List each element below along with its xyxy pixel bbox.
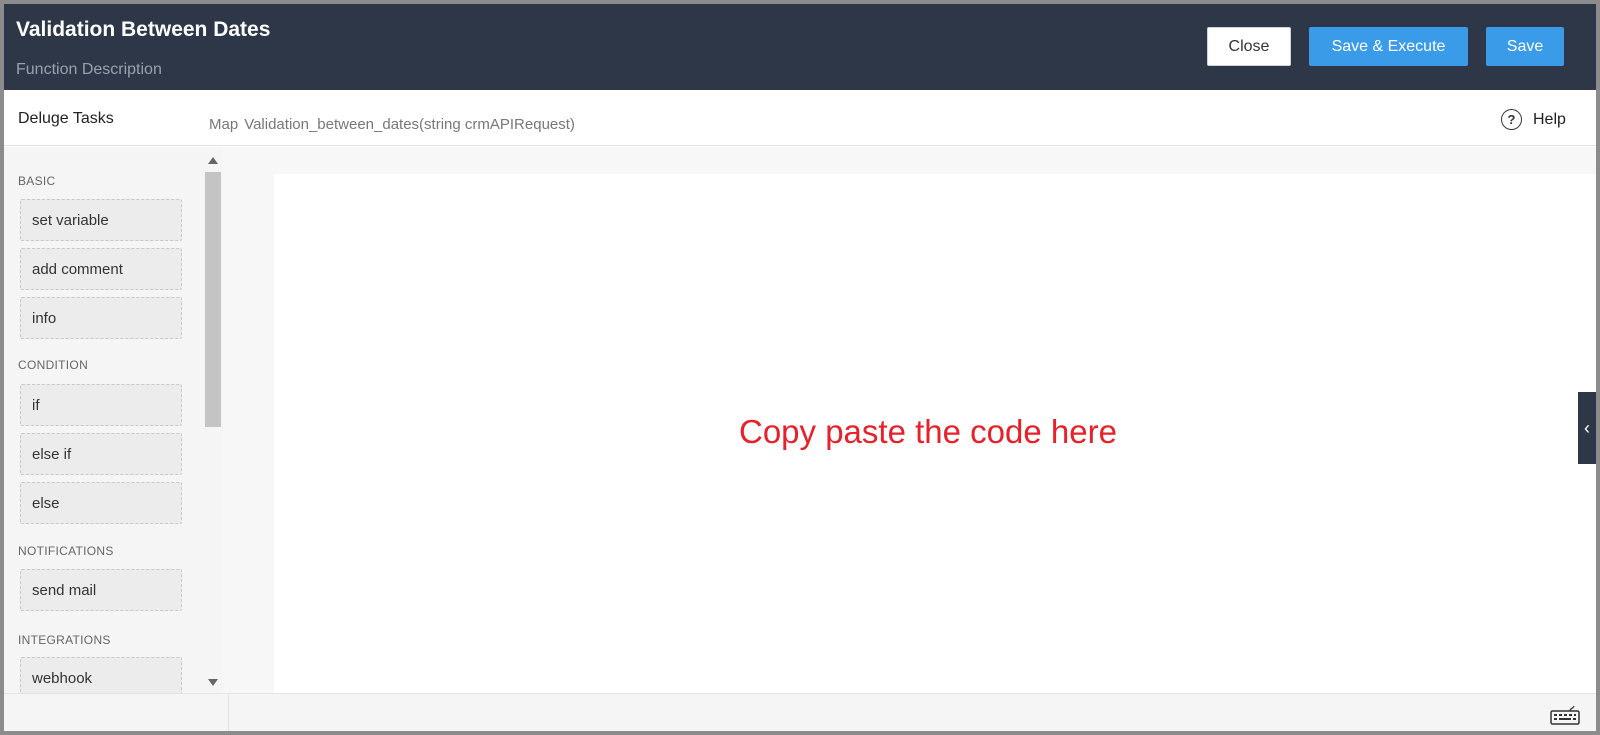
task-else[interactable]: else [20,482,182,524]
chevron-left-icon[interactable]: ‹ [1578,392,1596,464]
save-and-execute-button[interactable]: Save & Execute [1309,27,1468,66]
deluge-tasks-panel: BASIC set variable add comment info COND… [4,147,203,693]
keyboard-icon[interactable] [1550,706,1580,725]
help-link[interactable]: ? Help [1501,109,1566,130]
function-title: Validation Between Dates [16,18,271,41]
section-condition: CONDITION [18,358,89,372]
function-signature-text: Validation_between_dates(string crmAPIRe… [244,116,575,133]
scroll-thumb[interactable] [205,172,221,427]
editor-toolbar: Deluge Tasks Map Validation_between_dates… [4,90,1596,146]
section-integrations: INTEGRATIONS [18,633,111,647]
close-button[interactable]: Close [1207,27,1291,66]
footer-divider [228,694,229,731]
task-set-variable[interactable]: set variable [20,199,182,241]
task-webhook[interactable]: webhook [20,657,182,693]
help-label[interactable]: Help [1533,111,1566,129]
function-signature: Map Validation_between_dates(string crmAP… [209,116,575,133]
deluge-tasks-title: Deluge Tasks [18,110,114,127]
help-circle-icon[interactable]: ? [1501,109,1522,130]
code-editor[interactable]: Copy paste the code here [274,174,1596,693]
editor-annotation: Copy paste the code here [739,413,1117,450]
task-add-comment[interactable]: add comment [20,248,182,290]
editor-footer [4,693,1596,731]
code-editor-area: Copy paste the code here [223,147,1596,693]
sidebar-scrollbar[interactable] [203,147,223,693]
return-type: Map [209,116,239,133]
task-info[interactable]: info [20,297,182,339]
task-send-mail[interactable]: send mail [20,569,182,611]
line-number-gutter [223,147,273,693]
function-editor-window: Validation Between Dates Function Descri… [0,0,1600,735]
scroll-down-arrow-icon[interactable] [208,679,218,686]
scroll-up-arrow-icon[interactable] [208,157,218,164]
save-button[interactable]: Save [1486,27,1564,66]
section-basic: BASIC [18,174,56,188]
header-bar: Validation Between Dates Function Descri… [4,4,1596,90]
section-notifications: NOTIFICATIONS [18,544,114,558]
task-else-if[interactable]: else if [20,433,182,475]
task-if[interactable]: if [20,384,182,426]
function-description[interactable]: Function Description [16,61,162,79]
